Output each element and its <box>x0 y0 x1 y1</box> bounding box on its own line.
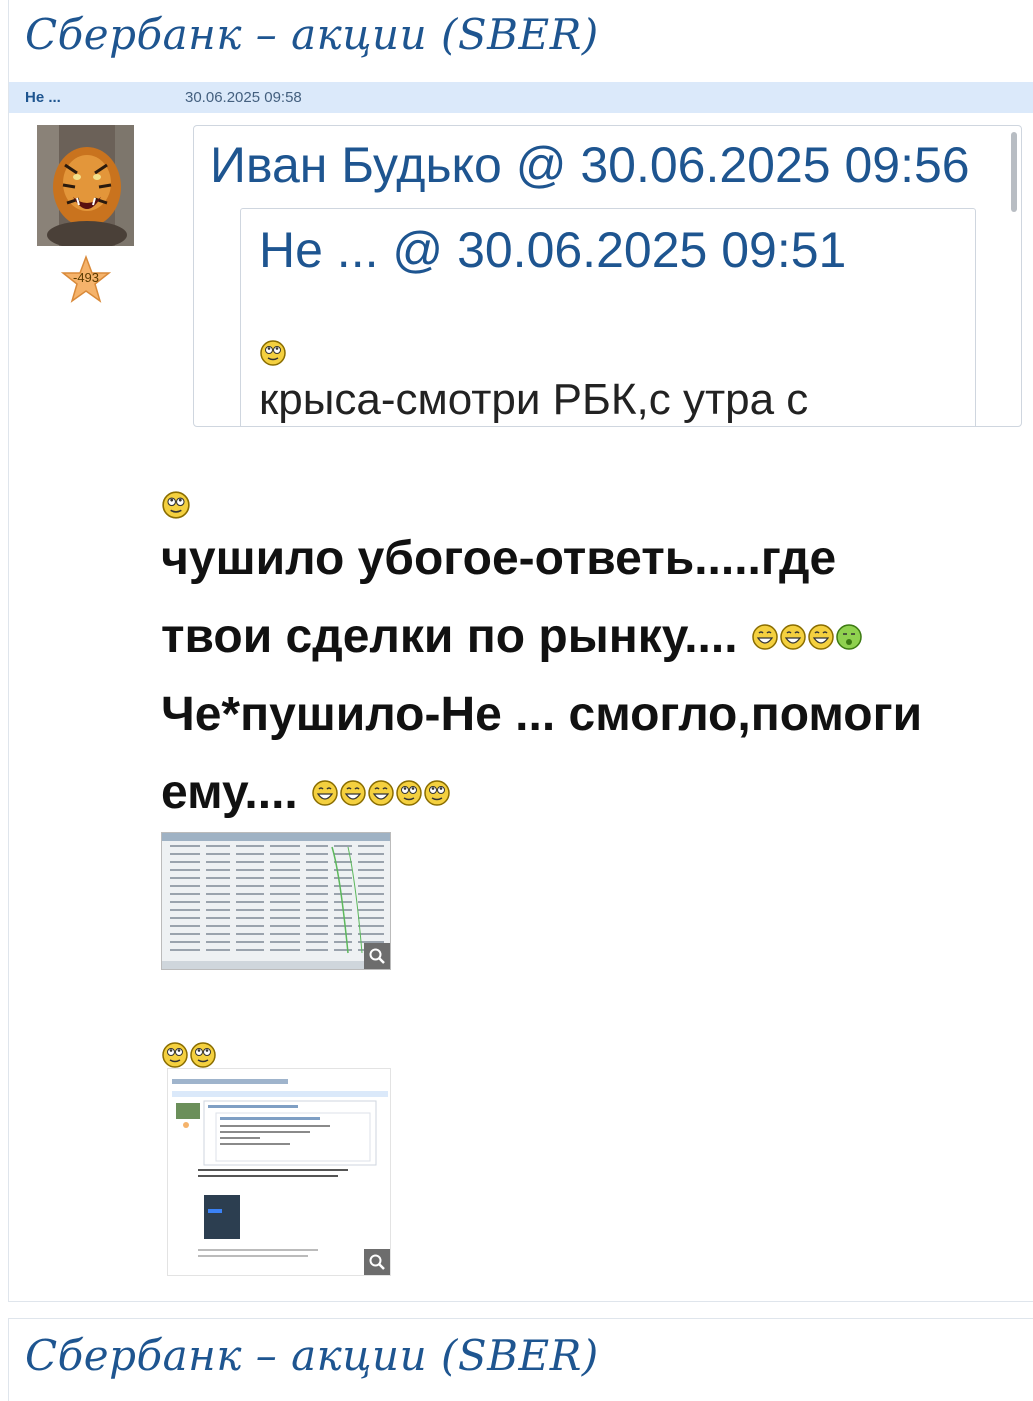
quote-header: Иван Будько @ 30.06.2025 09:56 <box>210 136 970 194</box>
message-line: твои сделки по рынку.... <box>161 598 922 676</box>
tiger-avatar-icon[interactable] <box>37 125 134 246</box>
message-line-text: ему.... <box>161 766 298 819</box>
rolling-eyes-smileys-group <box>162 1042 216 1068</box>
sick-smiley-icon <box>836 624 862 650</box>
post-message: чушило убогое-ответь.....где твои сделки… <box>161 520 922 832</box>
quote-scrollbar[interactable] <box>1011 132 1017 212</box>
laughing-smileys-group <box>311 754 453 832</box>
message-line: чушило убогое-ответь.....где <box>161 532 837 585</box>
laughing-smiley-icon <box>340 780 366 806</box>
quote-author[interactable]: Иван Будько <box>210 137 502 193</box>
rolling-eyes-smiley-icon <box>162 1042 188 1068</box>
nested-quote-header: Не ... @ 30.06.2025 09:51 <box>259 221 846 279</box>
rolling-eyes-smiley-icon <box>396 780 422 806</box>
post-timestamp[interactable]: 30.06.2025 09:58 <box>185 89 302 106</box>
rolling-eyes-smiley-icon <box>190 1042 216 1068</box>
attachment-thumbnail-forum[interactable] <box>167 1068 391 1276</box>
nested-quote-author[interactable]: Не ... <box>259 222 378 278</box>
quote-timestamp[interactable]: 30.06.2025 09:56 <box>580 137 969 193</box>
post-author[interactable]: Не ... <box>25 89 61 106</box>
quote-block: Иван Будько @ 30.06.2025 09:56 Не ... @ … <box>193 125 1022 427</box>
message-line-text: твои сделки по рынку.... <box>161 610 738 663</box>
zoom-icon[interactable] <box>364 943 390 969</box>
quote-at: @ <box>515 137 567 193</box>
rolling-eyes-smiley-icon <box>162 491 190 519</box>
nested-quote-at: @ <box>392 222 444 278</box>
attachment-thumbnail-trades[interactable] <box>161 832 391 970</box>
laughing-smiley-icon <box>312 780 338 806</box>
laughing-smiley-icon <box>808 624 834 650</box>
rolling-eyes-smiley-icon <box>260 340 286 366</box>
next-post-card: Сбербанк – акции (SBER) <box>8 1318 1033 1401</box>
message-line: ему.... <box>161 754 922 832</box>
laughing-smileys-group <box>751 598 865 676</box>
laughing-smiley-icon <box>752 624 778 650</box>
zoom-icon[interactable] <box>364 1249 390 1275</box>
topic-title[interactable]: Сбербанк – акции (SBER) <box>25 1331 599 1380</box>
post-meta-bar: Не ... 30.06.2025 09:58 <box>9 82 1033 113</box>
post-card: Сбербанк – акции (SBER) Не ... 30.06.202… <box>8 0 1033 1302</box>
laughing-smiley-icon <box>780 624 806 650</box>
message-line: Че*пушило-Не ... смогло,помоги <box>161 688 923 741</box>
rating-value: -493 <box>72 270 100 285</box>
topic-title[interactable]: Сбербанк – акции (SBER) <box>25 10 599 59</box>
laughing-smiley-icon <box>368 780 394 806</box>
nested-quote-text: крыса-смотри РБК,с утра с <box>259 375 809 424</box>
nested-quote-timestamp[interactable]: 30.06.2025 09:51 <box>457 222 846 278</box>
nested-quote-block: Не ... @ 30.06.2025 09:51 крыса-смотри Р… <box>240 208 976 426</box>
rolling-eyes-smiley-icon <box>424 780 450 806</box>
